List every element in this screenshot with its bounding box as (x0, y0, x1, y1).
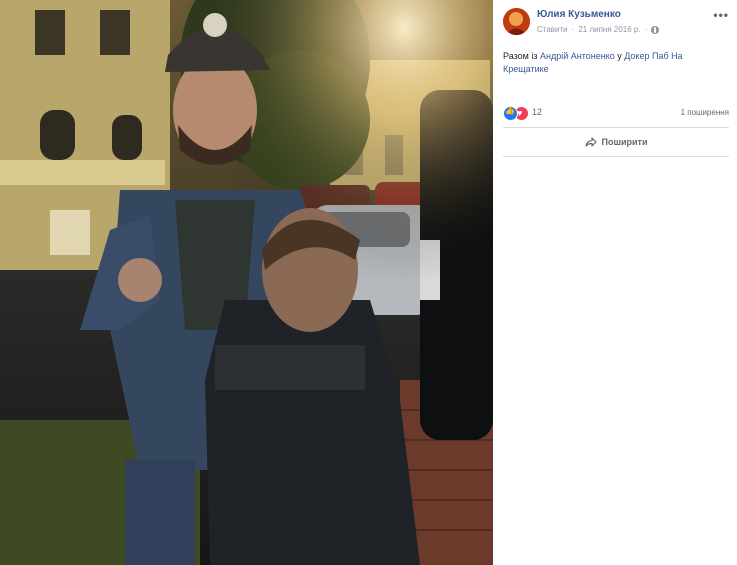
photo-scene (0, 0, 493, 565)
share-icon (584, 137, 597, 147)
post-caption: Разом із Андрій Антоненко у Докер Паб На… (503, 50, 727, 76)
post-date[interactable]: 21 липня 2016 р. (578, 25, 640, 34)
edit-link[interactable]: Ставити (537, 25, 568, 34)
reaction-count[interactable]: 12 (532, 107, 542, 117)
author-name-link[interactable]: Юлия Кузьменко (537, 9, 621, 20)
tagged-person-link[interactable]: Андрій Антоненко (540, 51, 615, 61)
share-count-link[interactable]: 1 поширення (681, 108, 729, 117)
meta-separator-2: · (644, 25, 648, 34)
divider (503, 127, 729, 128)
like-icon[interactable] (503, 106, 518, 121)
post-sidebar: Юлия Кузьменко Ставити · 21 липня 2016 р… (493, 0, 737, 565)
reactions-bar: 12 1 поширення (503, 105, 729, 121)
meta-separator: · (571, 25, 575, 34)
post-meta: Ставити · 21 липня 2016 р. · (537, 25, 660, 34)
facebook-photo-viewer: Юлия Кузьменко Ставити · 21 липня 2016 р… (0, 0, 737, 565)
share-button[interactable]: Поширити (503, 131, 729, 153)
caption-prefix: Разом із (503, 51, 540, 61)
caption-middle: у (614, 51, 625, 61)
more-icon[interactable]: ••• (713, 9, 729, 21)
divider (503, 156, 729, 157)
profile-avatar[interactable] (503, 8, 530, 35)
share-button-label: Поширити (601, 137, 648, 147)
post-photo[interactable] (0, 0, 493, 565)
globe-icon[interactable] (651, 25, 660, 34)
post-header: Юлия Кузьменко Ставити · 21 липня 2016 р… (503, 8, 729, 40)
avatar-image (503, 8, 530, 35)
